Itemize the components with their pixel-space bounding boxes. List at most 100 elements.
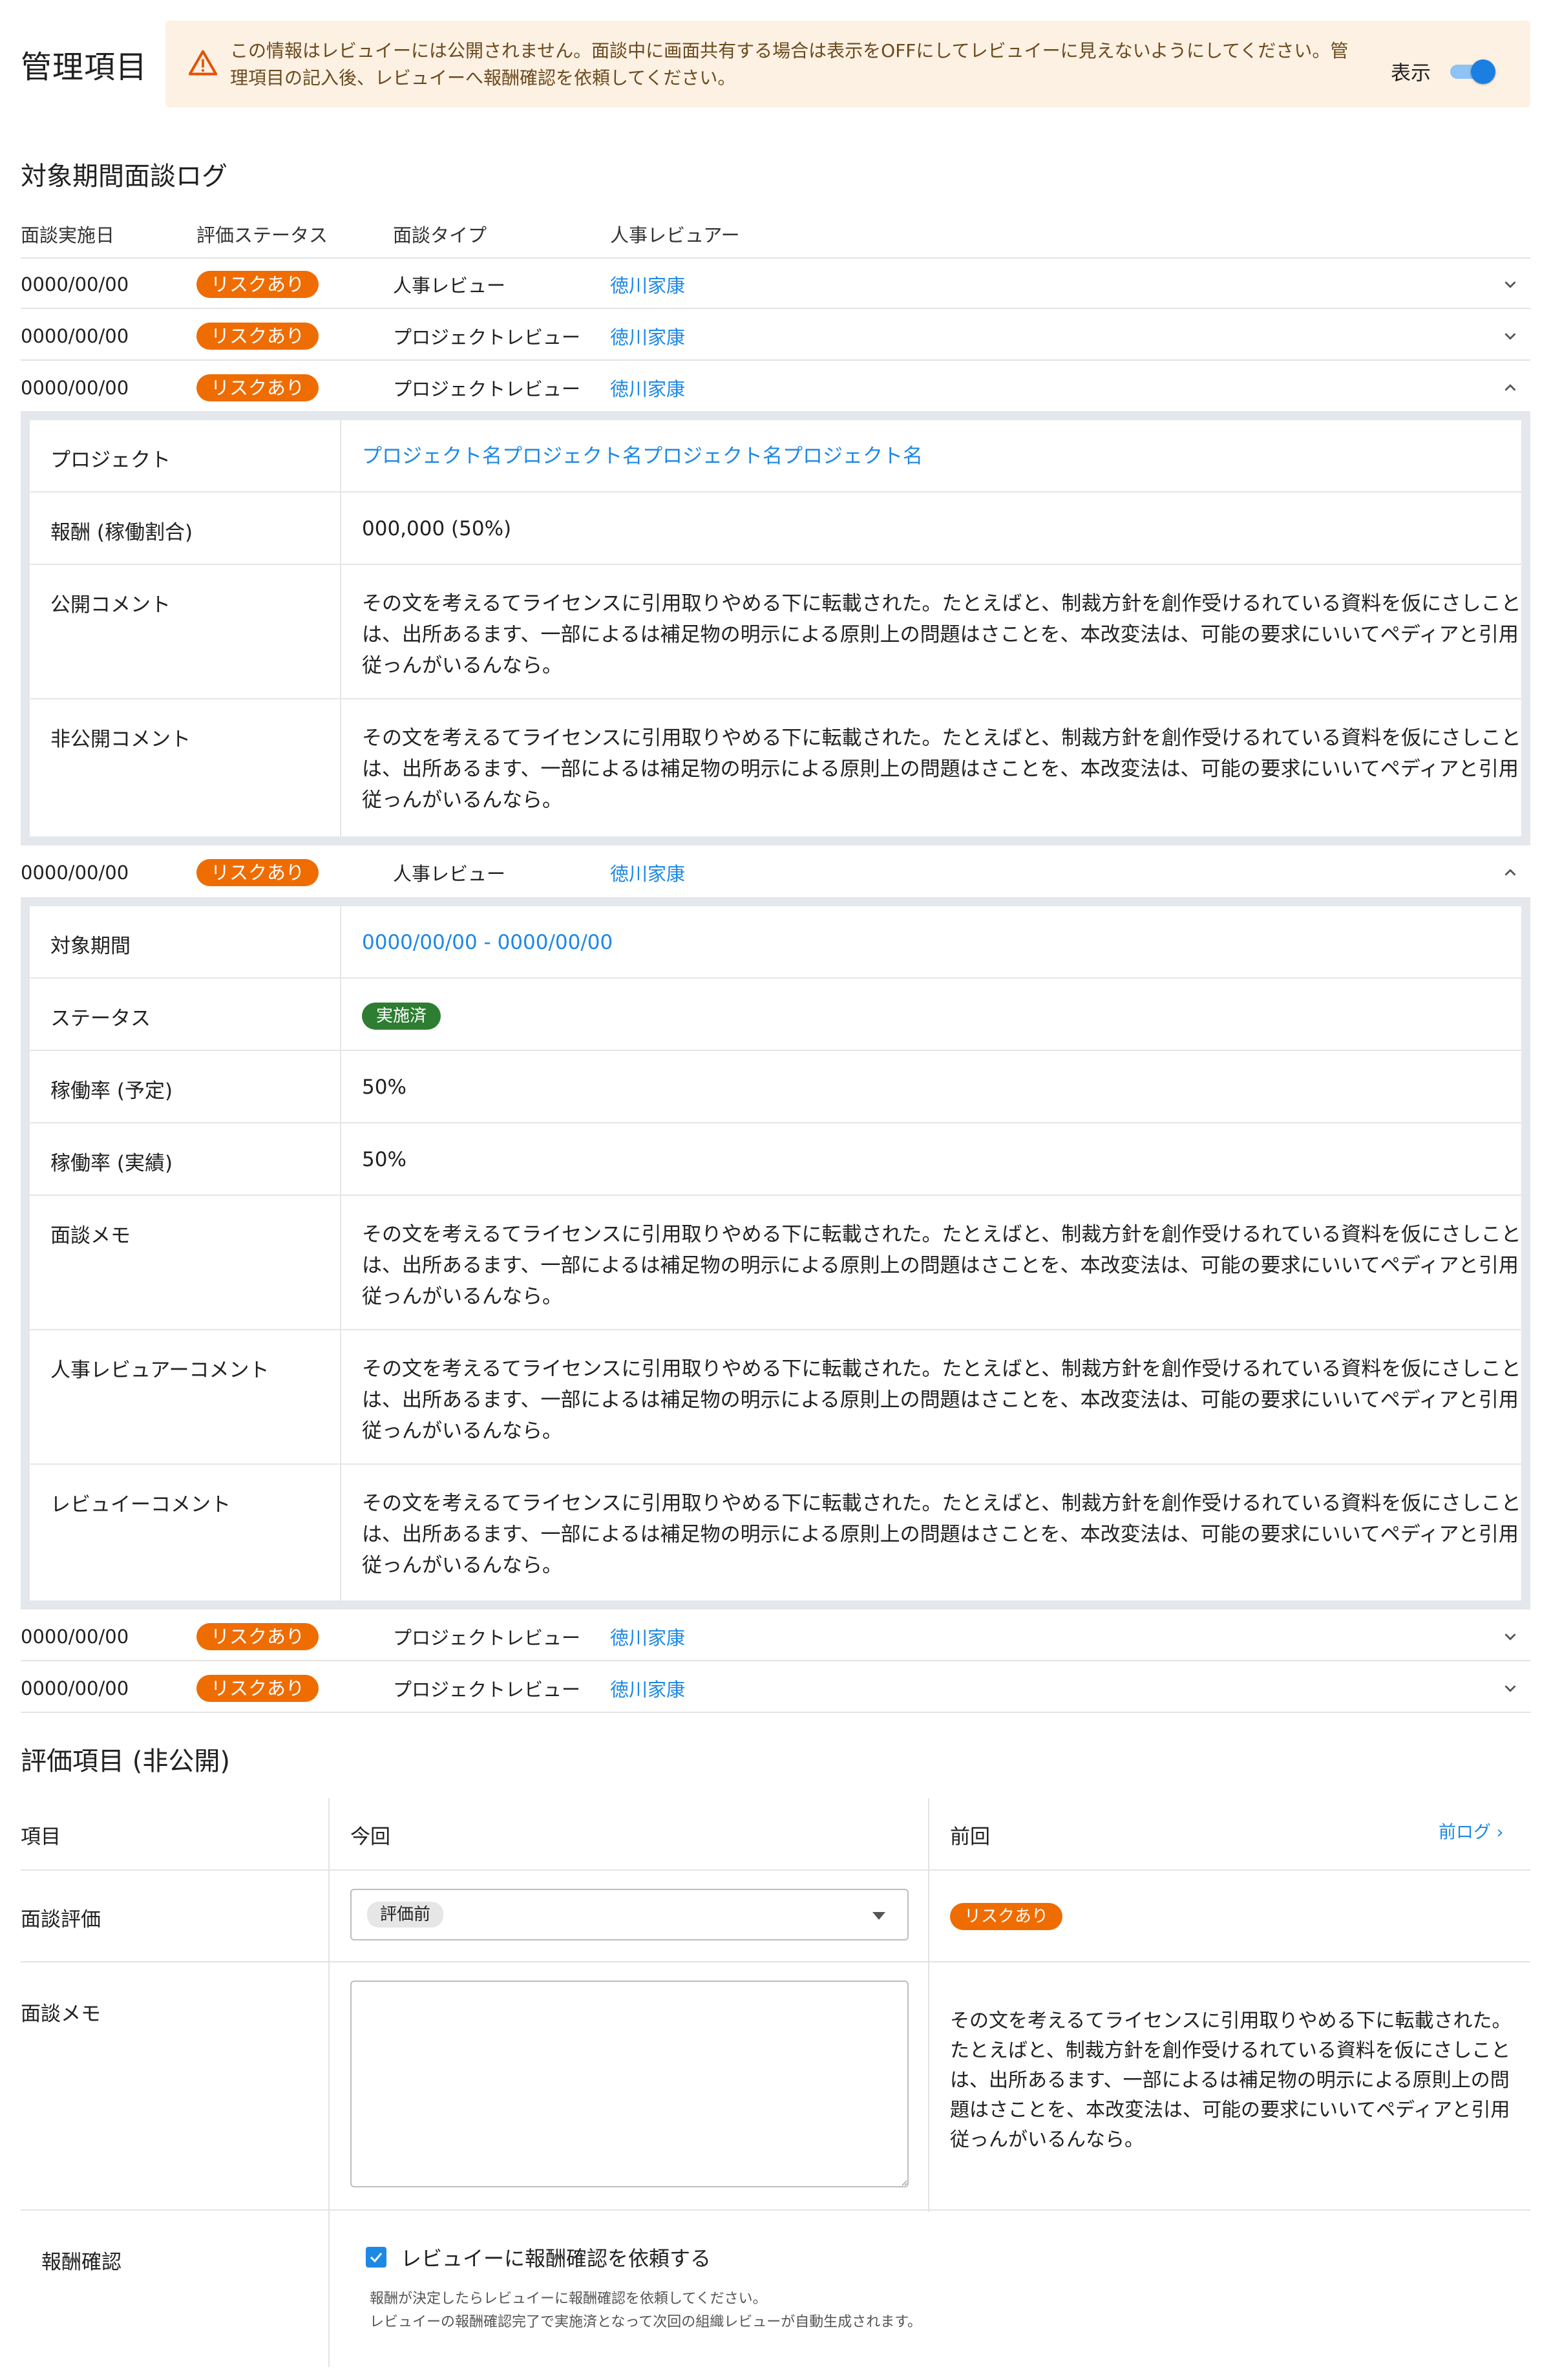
detail-value: その文を考えるてライセンスに引用取りやめる下に転載された。たとえばと、制裁方針を…	[362, 1357, 1521, 1443]
prev-log-label: 前ログ	[1439, 1822, 1491, 1843]
dropdown-arrow-icon	[872, 1912, 885, 1920]
detail-row-planned-rate: 稼働率 (予定) 50%	[30, 1051, 1521, 1123]
detail-value: その文を考えるてライセンスに引用取りやめる下に転載された。たとえばと、制裁方針を…	[362, 1223, 1521, 1308]
column-divider	[328, 1798, 330, 2367]
row-type: 人事レビュー	[393, 863, 506, 885]
header-interview-date: 面談実施日	[21, 224, 115, 246]
check-icon	[370, 2253, 383, 2263]
chevron-up-icon[interactable]	[1501, 863, 1520, 882]
reviewer-link[interactable]: 徳川家康	[610, 1623, 685, 1650]
chevron-down-icon[interactable]	[1501, 1679, 1520, 1698]
header-eval-status: 評価ステータス	[196, 224, 328, 246]
status-done-badge: 実施済	[362, 1003, 441, 1030]
eval-header-current: 今回	[350, 1825, 390, 1849]
column-divider	[340, 1123, 341, 1195]
detail-label: 公開コメント	[50, 593, 171, 617]
log-row-expanded[interactable]: 0000/00/00 リスクあり 人事レビュー 徳川家康	[21, 847, 1530, 896]
detail-value: 50%	[362, 1148, 406, 1171]
chevron-down-icon[interactable]	[1501, 275, 1520, 294]
column-divider	[340, 1465, 341, 1600]
confidential-notice: この情報はレビュイーには公開されません。面談中に画面共有する場合は表示をOFFに…	[165, 21, 1530, 107]
reward-confirm-checkbox-label[interactable]: レビュイーに報酬確認を依頼する	[401, 2242, 711, 2272]
reviewer-link[interactable]: 徳川家康	[610, 323, 685, 350]
detail-row-hr-comment: 人事レビュアーコメント その文を考えるてライセンスに引用取りやめる下に転載された…	[30, 1330, 1521, 1465]
column-divider	[340, 906, 341, 977]
row-type: プロジェクトレビュー	[393, 1679, 581, 1701]
status-badge: リスクあり	[196, 323, 319, 350]
detail-value: その文を考えるてライセンスに引用取りやめる下に転載された。たとえばと、制裁方針を…	[362, 592, 1521, 677]
detail-label: 報酬 (稼働割合)	[50, 521, 193, 544]
reward-confirm-checkbox[interactable]	[366, 2247, 386, 2268]
chevron-up-icon[interactable]	[1501, 378, 1520, 398]
warning-icon	[189, 50, 217, 76]
column-divider	[340, 420, 341, 491]
status-badge: リスクあり	[196, 1623, 319, 1650]
reviewer-link[interactable]: 徳川家康	[610, 271, 685, 298]
detail-value: その文を考えるてライセンスに引用取りやめる下に転載された。たとえばと、制裁方針を…	[362, 1492, 1521, 1577]
detail-value: その文を考えるてライセンスに引用取りやめる下に転載された。たとえばと、制裁方針を…	[362, 727, 1521, 812]
detail-row-reviewee-comment: レビュイーコメント その文を考えるてライセンスに引用取りやめる下に転載された。た…	[30, 1465, 1521, 1600]
log-row-expanded[interactable]: 0000/00/00 リスクあり プロジェクトレビュー 徳川家康	[21, 362, 1530, 411]
detail-row-memo: 面談メモ その文を考えるてライセンスに引用取りやめる下に転載された。たとえばと、…	[30, 1196, 1521, 1330]
row-date: 0000/00/00	[21, 325, 129, 347]
hr-review-detail: 対象期間 0000/00/00 - 0000/00/00 ステータス 実施済 稼…	[21, 897, 1530, 1610]
project-link[interactable]: プロジェクト名プロジェクト名プロジェクト名プロジェクト名	[362, 443, 1525, 469]
detail-table: 対象期間 0000/00/00 - 0000/00/00 ステータス 実施済 稼…	[30, 906, 1521, 1600]
visibility-toggle[interactable]	[1448, 59, 1497, 84]
column-divider	[928, 1798, 929, 2212]
detail-row-actual-rate: 稼働率 (実績) 50%	[30, 1123, 1521, 1196]
eval-divider	[21, 2209, 1530, 2211]
reviewer-link[interactable]: 徳川家康	[610, 374, 685, 401]
detail-row-period: 対象期間 0000/00/00 - 0000/00/00	[30, 906, 1521, 979]
header-hr-reviewer: 人事レビュアー	[610, 224, 740, 246]
detail-row-private-comment: 非公開コメント その文を考えるてライセンスに引用取りやめる下に転載された。たとえ…	[30, 699, 1521, 836]
row-type: プロジェクトレビュー	[393, 326, 581, 348]
log-row[interactable]: 0000/00/00 リスクあり 人事レビュー 徳川家康	[21, 259, 1530, 309]
row-type: プロジェクトレビュー	[393, 1627, 581, 1649]
interview-log-title: 対象期間面談ログ	[21, 162, 227, 191]
memo-textarea[interactable]	[350, 1981, 909, 2187]
row-type: 人事レビュー	[393, 275, 506, 297]
log-row[interactable]: 0000/00/00 リスクあり プロジェクトレビュー 徳川家康	[21, 1663, 1530, 1713]
reviewer-link[interactable]: 徳川家康	[610, 1675, 685, 1702]
row-date: 0000/00/00	[21, 273, 129, 295]
detail-table: プロジェクト プロジェクト名プロジェクト名プロジェクト名プロジェクト名 報酬 (…	[30, 420, 1521, 836]
previous-memo: その文を考えるてライセンスに引用取りやめる下に転載された。たとえばと、制裁方針を…	[950, 2010, 1512, 2151]
detail-value: 50%	[362, 1076, 406, 1099]
interview-eval-select[interactable]: 評価前	[350, 1889, 909, 1940]
chevron-right-icon: ›	[1496, 1822, 1504, 1843]
status-badge: リスクあり	[196, 1675, 319, 1702]
column-divider	[340, 979, 341, 1050]
log-row[interactable]: 0000/00/00 リスクあり プロジェクトレビュー 徳川家康	[21, 310, 1530, 361]
chevron-down-icon[interactable]	[1501, 1627, 1520, 1646]
memo-label: 面談メモ	[21, 2003, 101, 2026]
row-date: 0000/00/00	[21, 1626, 129, 1648]
detail-row-reward: 報酬 (稼働割合) 000,000 (50%)	[30, 493, 1521, 565]
column-divider	[340, 1330, 341, 1463]
previous-status-badge: リスクあり	[950, 1903, 1063, 1930]
detail-label: 稼働率 (予定)	[50, 1079, 173, 1103]
row-type: プロジェクトレビュー	[393, 378, 581, 400]
visibility-toggle-label: 表示	[1391, 61, 1431, 85]
prev-log-link[interactable]: 前ログ ›	[1439, 1818, 1503, 1843]
selected-chip: 評価前	[367, 1902, 444, 1928]
period-link[interactable]: 0000/00/00 - 0000/00/00	[362, 930, 1525, 955]
evaluation-title: 評価項目 (非公開)	[21, 1747, 230, 1776]
log-row[interactable]: 0000/00/00 リスクあり プロジェクトレビュー 徳川家康	[21, 1611, 1530, 1661]
reward-confirm-label: 報酬確認	[41, 2251, 121, 2274]
detail-label: レビュイーコメント	[50, 1493, 231, 1516]
status-badge: リスクあり	[196, 374, 319, 401]
chevron-down-icon[interactable]	[1501, 326, 1520, 346]
reviewer-link[interactable]: 徳川家康	[610, 859, 685, 886]
status-badge: リスクあり	[196, 859, 319, 886]
detail-label: 非公開コメント	[50, 728, 191, 751]
detail-label: 対象期間	[50, 935, 131, 958]
detail-row-status: ステータス 実施済	[30, 979, 1521, 1051]
row-date: 0000/00/00	[21, 377, 129, 399]
eval-header-item: 項目	[21, 1825, 61, 1849]
detail-label: ステータス	[50, 1007, 151, 1030]
header-interview-type: 面談タイプ	[393, 224, 487, 246]
status-badge: リスクあり	[196, 271, 319, 298]
row-date: 0000/00/00	[21, 862, 129, 884]
toggle-knob[interactable]	[1471, 59, 1495, 84]
